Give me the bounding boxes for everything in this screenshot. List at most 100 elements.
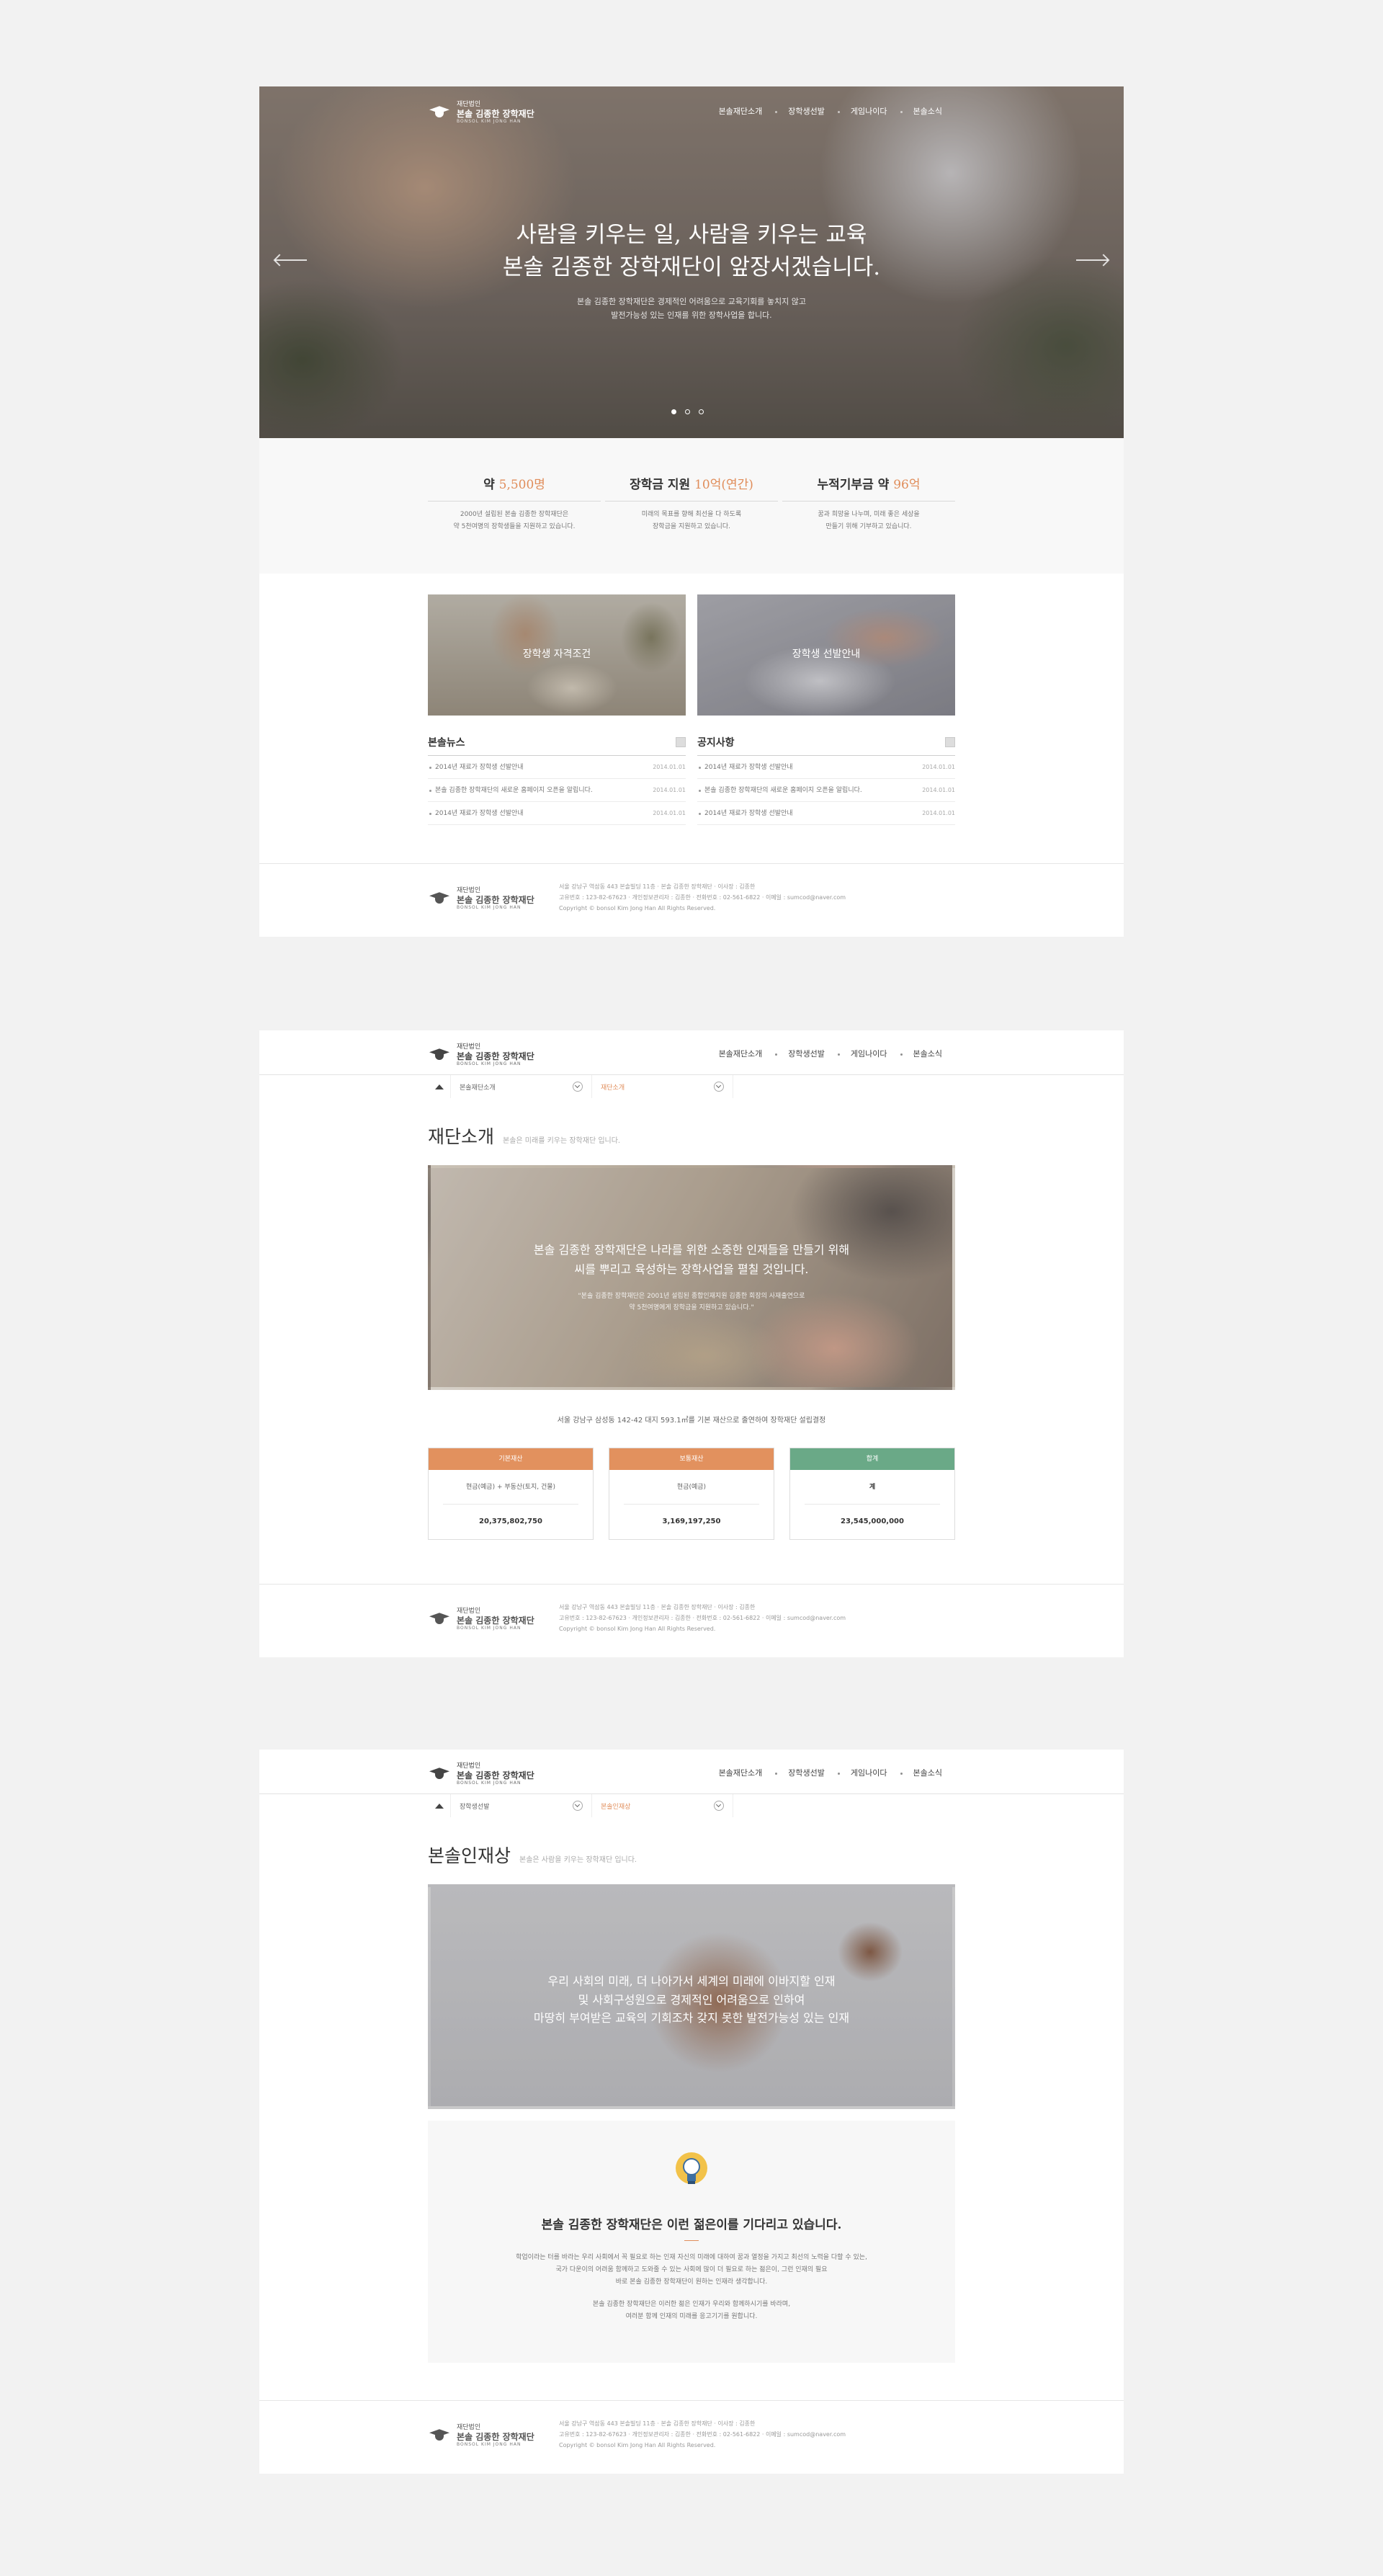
list-item[interactable]: 본솔 김종한 장학재단의 새로운 홈페이지 오픈을 알립니다. 2014.01.0…	[428, 779, 686, 802]
nav-item-games[interactable]: 게임나이다	[837, 105, 900, 117]
breadcrumb-select-level2[interactable]: 본솔인재상	[592, 1794, 733, 1817]
ideal-talent-text: 학업이라는 터를 바라는 우리 사회에서 꼭 필요로 하는 인재 자신의 미래에…	[516, 2254, 867, 2261]
slide-dot-3[interactable]	[699, 409, 704, 414]
foundation-caption: 서울 강남구 삼성동 142-42 대지 593.1㎡를 기본 재산으로 출연하…	[557, 1417, 826, 1425]
list-item-title: 2014년 재료가 장학생 선발안내	[704, 764, 793, 771]
hero-sub-line1: 본솔 김종한 장학재단은 경제적인 어려움으로 교육기회를 놓치지 않고	[577, 297, 806, 306]
banner-line2: 씨를 뿌리고 육성하는 장학사업을 펼칠 것입니다.	[574, 1262, 809, 1277]
card-label: 장학생 선발안내	[792, 649, 861, 660]
breadcrumb-level2-label: 재단소개	[601, 1084, 625, 1092]
main-nav: 본솔재단소개 장학생선발 게임나이다 본솔소식	[706, 105, 955, 117]
card-selection-guide[interactable]: 장학생 선발안내	[697, 594, 955, 716]
card-eligibility[interactable]: 장학생 자격조건	[428, 594, 686, 716]
nav-item-news[interactable]: 본솔소식	[900, 105, 955, 117]
next-arrow-icon[interactable]	[1076, 259, 1108, 261]
ideal-talent-text: 여러분 함께 인재의 미래를 응고기기를 원합니다.	[625, 2313, 758, 2321]
site-footer: 재단법인 본솔 김종한 장학재단 BONSOL KIM JONG HAN 서울 …	[259, 2400, 1124, 2474]
breadcrumb-select-level1[interactable]: 장학생선발	[451, 1794, 592, 1817]
nav-item-news[interactable]: 본솔소식	[900, 1048, 955, 1059]
card-label: 장학생 자격조건	[522, 649, 591, 660]
chevron-down-icon	[573, 1082, 583, 1092]
slide-dot-2[interactable]	[685, 409, 690, 414]
logo-english: BONSOL KIM JONG HAN	[457, 1781, 522, 1786]
banner-line2: 및 사회구성원으로 경제적인 어려움으로 인하여	[578, 1992, 805, 2007]
home-icon[interactable]	[428, 1794, 451, 1817]
breadcrumb-select-level1[interactable]: 본솔재단소개	[451, 1075, 592, 1098]
site-logo[interactable]: 재단법인 본솔 김종한 장학재단 BONSOL KIM JONG HAN	[428, 1043, 534, 1066]
nav-item-about[interactable]: 본솔재단소개	[706, 1767, 776, 1778]
stats-section: 약 5,500명 2000년 설립된 본솔 김종한 장학재단은 약 5천여명의 장…	[259, 438, 1124, 574]
list-item[interactable]: 본솔 김종한 장학재단의 새로운 홈페이지 오픈을 알립니다. 2014.01.0…	[697, 779, 955, 802]
banner-sub1: "본솔 김종한 장학재단은 2001년 설립된 종합인재지원 김종한 회장의 사…	[578, 1293, 805, 1300]
list-item-title: 2014년 재료가 장학생 선발안내	[435, 764, 524, 771]
stat-desc: 꿈과 희망을 나누며, 미래 좋은 세상을	[818, 511, 920, 518]
nav-item-games[interactable]: 게임나이다	[837, 1048, 900, 1059]
site-header: 재단법인 본솔 김종한 장학재단 BONSOL KIM JONG HAN 본솔재…	[259, 1030, 1124, 1075]
breadcrumb-select-level2[interactable]: 재단소개	[592, 1075, 733, 1098]
stat-value: 96억	[893, 478, 921, 492]
footer-copyright: Copyright © bonsol Kim Jong Han All Righ…	[559, 1626, 716, 1633]
graduation-cap-icon	[428, 891, 451, 906]
ideal-talent-text: 바로 본솔 김종한 장학재단이 원하는 인재라 생각합니다.	[615, 2278, 768, 2286]
more-plus-icon[interactable]	[676, 737, 686, 747]
nav-item-news[interactable]: 본솔소식	[900, 1767, 955, 1778]
logo-line1: 재단법인	[457, 887, 481, 894]
lightbulb-icon	[676, 2152, 707, 2184]
logo-name-b: 장학재단	[502, 894, 534, 905]
logo-line1: 재단법인	[457, 101, 481, 108]
logo-english: BONSOL KIM JONG HAN	[457, 905, 522, 911]
stat-scholars: 약 5,500명 2000년 설립된 본솔 김종한 장학재단은 약 5천여명의 장…	[428, 474, 601, 533]
list-item[interactable]: 2014년 재료가 장학생 선발안내 2014.01.01	[428, 756, 686, 779]
graduation-cap-icon	[428, 104, 451, 120]
prev-arrow-icon[interactable]	[275, 259, 307, 261]
logo-line1: 재단법인	[457, 1762, 481, 1770]
nav-item-selection[interactable]: 장학생선발	[775, 1048, 838, 1059]
graduation-cap-icon	[428, 1047, 451, 1063]
footer-logo[interactable]: 재단법인 본솔 김종한 장학재단 BONSOL KIM JONG HAN	[428, 2424, 534, 2447]
page-subtitle: 본솔은 미래를 키우는 장학재단 입니다.	[503, 1137, 621, 1145]
fund-total: 합계 계 23,545,000,000	[789, 1448, 955, 1540]
nav-item-selection[interactable]: 장학생선발	[775, 1767, 838, 1778]
logo-line1: 재단법인	[457, 2424, 481, 2431]
nav-item-about[interactable]: 본솔재단소개	[706, 1048, 776, 1059]
page-title-text: 재단소개	[428, 1126, 495, 1147]
site-logo[interactable]: 재단법인 본솔 김종한 장학재단 BONSOL KIM JONG HAN	[428, 1762, 534, 1786]
slide-dot-1[interactable]	[671, 409, 676, 414]
list-item-date: 2014.01.01	[922, 764, 955, 770]
nav-item-selection[interactable]: 장학생선발	[775, 105, 838, 117]
banner-line1: 우리 사회의 미래, 더 나아가서 세계의 미래에 이바지할 인재	[547, 1974, 836, 1988]
more-plus-icon[interactable]	[945, 737, 955, 747]
list-item[interactable]: 2014년 재료가 장학생 선발안내 2014.01.01	[697, 802, 955, 825]
list-item[interactable]: 2014년 재료가 장학생 선발안내 2014.01.01	[428, 802, 686, 825]
footer-logo[interactable]: 재단법인 본솔 김종한 장학재단 BONSOL KIM JONG HAN	[428, 887, 534, 910]
site-logo[interactable]: 재단법인 본솔 김종한 장학재단 BONSOL KIM JONG HAN	[428, 101, 534, 124]
home-icon[interactable]	[428, 1075, 451, 1098]
logo-name-b: 장학재단	[502, 1615, 534, 1626]
site-footer: 재단법인 본솔 김종한 장학재단 BONSOL KIM JONG HAN 서울 …	[259, 863, 1124, 937]
logo-name-b: 장학재단	[502, 108, 534, 119]
ideal-talent-text: 본솔 김종한 장학재단은 이러한 젊은 인재가 우리와 함께하시기를 바라며,	[592, 2301, 791, 2309]
footer-info: 서울 강남구 역삼동 443 본솔빌딩 11층 · 본솔 김종한 장학재단 · …	[559, 881, 846, 914]
page-title-text: 본솔인재상	[428, 1845, 511, 1866]
fund-value: 3,169,197,250	[662, 1517, 721, 1525]
fund-type: 현금(예금)	[624, 1470, 759, 1505]
page-title: 재단소개 본솔은 미래를 키우는 장학재단 입니다.	[428, 1123, 620, 1149]
hero-title-line1: 사람을 키우는 일, 사람을 키우는 교육	[516, 222, 867, 248]
banner-line3: 마땅히 부여받은 교육의 기회조차 갖지 못한 발전가능성 있는 인재	[533, 2011, 850, 2025]
footer-info: 서울 강남구 역삼동 443 본솔빌딩 11층 · 본솔 김종한 장학재단 · …	[559, 2418, 846, 2451]
footer-logo[interactable]: 재단법인 본솔 김종한 장학재단 BONSOL KIM JONG HAN	[428, 1608, 534, 1631]
list-item[interactable]: 2014년 재료가 장학생 선발안내 2014.01.01	[697, 756, 955, 779]
footer-address: 서울 강남구 역삼동 443 본솔빌딩 11층 · 본솔 김종한 장학재단 · …	[559, 1604, 756, 1610]
nav-item-games[interactable]: 게임나이다	[837, 1767, 900, 1778]
slider-pagination	[671, 409, 704, 414]
divider	[684, 2240, 699, 2241]
logo-english: BONSOL KIM JONG HAN	[457, 2442, 522, 2448]
logo-name-a: 본솔 김종한	[457, 1770, 500, 1781]
talent-page-section: 재단법인 본솔 김종한 장학재단 BONSOL KIM JONG HAN 본솔재…	[259, 1750, 1124, 2474]
banner-line1: 본솔 김종한 장학재단은 나라를 위한 소중한 인재들을 만들기 위해	[533, 1243, 850, 1257]
hero-title: 사람을 키우는 일, 사람을 키우는 교육 본솔 김종한 장학재단이 앞장서겠습…	[259, 219, 1124, 284]
logo-english: BONSOL KIM JONG HAN	[457, 1061, 522, 1067]
main-nav: 본솔재단소개 장학생선발 게임나이다 본솔소식	[706, 1048, 955, 1059]
nav-item-about[interactable]: 본솔재단소개	[706, 105, 776, 117]
graduation-cap-icon	[428, 2428, 451, 2443]
